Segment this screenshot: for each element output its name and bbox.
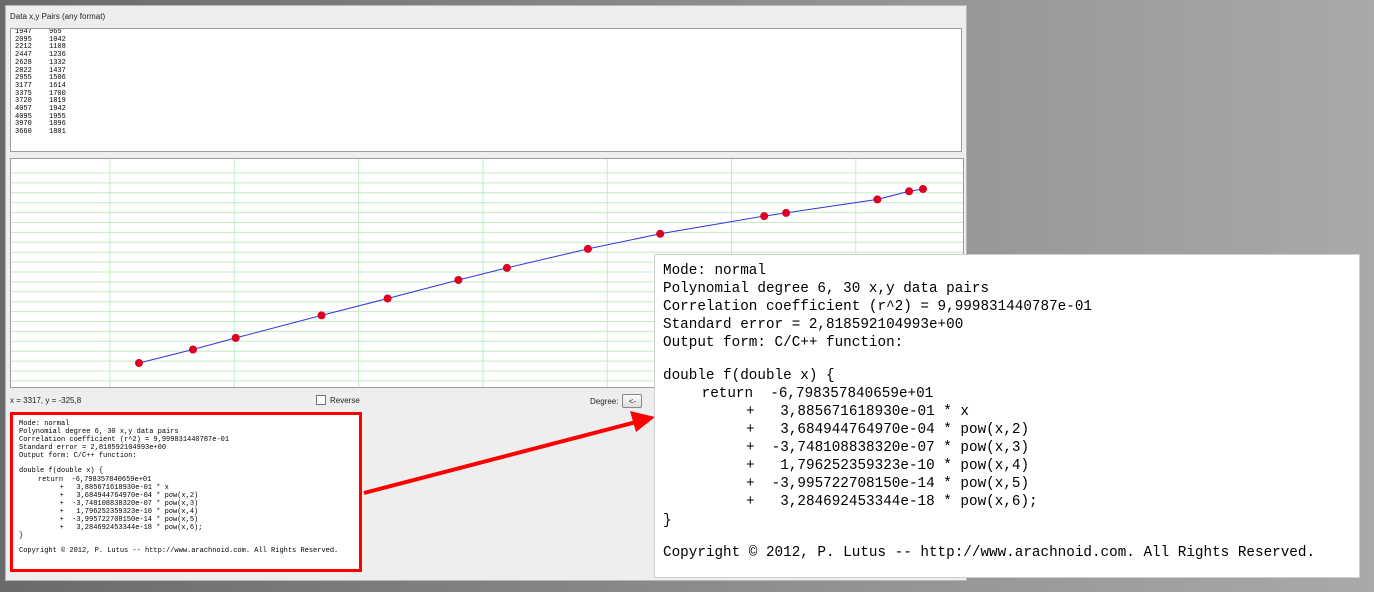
zoom-output-term-4: + 1,796252359323e-10 * pow(x,4): [745, 458, 1030, 475]
output-term-3: + -3,748108838320e-07 * pow(x,3): [59, 499, 199, 508]
data-point: [760, 212, 769, 221]
data-point: [782, 208, 791, 217]
output-term-5: + -3,995722708150e-14 * pow(x,5): [59, 516, 199, 525]
data-point: [317, 311, 326, 320]
zoom-output-term-5: + -3,995722708150e-14 * pow(x,5): [745, 476, 1030, 493]
data-point: [189, 345, 197, 354]
data-point: [383, 294, 392, 303]
zoom-output-term-2: + 3,684944764970e-04 * pow(x,2): [745, 422, 1030, 439]
output-term-1: + 3,885671618930e-01 * x: [59, 483, 169, 492]
data-pair-row: 2447 1236: [15, 51, 957, 60]
data-point: [135, 359, 143, 367]
data-pairs-label: Data x,y Pairs (any format): [10, 12, 106, 21]
zoom-output-std-error: Standard error = 2,818592104993e+00: [663, 317, 964, 334]
cursor-coordinates: x = 3317, y = -325,8: [10, 396, 82, 405]
data-point: [231, 333, 240, 342]
zoom-output-term-1: + 3,885671618930e-01 * x: [745, 403, 970, 420]
degree-label: Degree:: [590, 396, 619, 406]
data-pair-row: 2955 1506: [15, 75, 957, 83]
output-term-4: + 1,796252359323e-10 * pow(x,4): [59, 507, 199, 516]
output-return-line: return -6,798357840659e+01: [37, 475, 152, 484]
data-pair-row: 3660 1801: [15, 128, 957, 137]
zoom-output-blank1: [663, 352, 1351, 366]
output-mode: Mode: normal: [19, 420, 70, 428]
zoom-output-mode: Mode: normal: [663, 263, 766, 279]
data-point: [656, 229, 665, 238]
data-pair-row: 4057 1942: [15, 105, 957, 114]
data-pair-row: 2822 1437: [15, 67, 957, 76]
reverse-option[interactable]: Reverse: [316, 395, 360, 405]
zoom-output-form: Output form: C/C++ function:: [663, 335, 904, 352]
reverse-checkbox[interactable]: [316, 395, 326, 405]
output-blank1: [19, 460, 353, 467]
data-point: [454, 276, 463, 284]
output-form: Output form: C/C++ function:: [19, 452, 137, 461]
data-pair-y: 1801: [49, 128, 66, 137]
data-pair-row: 2628 1332: [15, 59, 957, 68]
zoom-output-func-signature: double f(double x) {: [663, 367, 835, 384]
data-pair-row: 3375 1700: [15, 90, 957, 99]
data-pair-row: 2095 1042: [15, 36, 957, 45]
zoom-output-correlation: Correlation coefficient (r^2) = 9,999831…: [663, 299, 1092, 316]
data-pair-x: 3660: [15, 128, 32, 137]
data-point: [905, 187, 914, 196]
zoom-output-term-6: + 3,284692453344e-18 * pow(x,6);: [745, 494, 1038, 511]
data-pair-row: 3970 1896: [15, 121, 957, 129]
zoom-output-blank2: [663, 530, 1351, 544]
results-output-panel[interactable]: Mode: normal Polynomial degree 6, 30 x,y …: [10, 412, 362, 572]
reverse-label: Reverse: [330, 395, 360, 405]
results-output-zoomed: Mode: normal Polynomial degree 6, 30 x,y …: [654, 254, 1360, 578]
output-copyright: Copyright © 2012, P. Lutus -- http://www…: [19, 547, 339, 556]
output-std-error: Standard error = 2,818592104993e+00: [19, 444, 167, 453]
degree-decrease-button[interactable]: <-: [622, 394, 643, 408]
data-point: [873, 195, 882, 204]
output-func-signature: double f(double x) {: [19, 467, 104, 476]
data-pair-row: 1947 965: [15, 29, 957, 37]
output-closing-brace: }: [19, 532, 24, 541]
output-term-2: + 3,684944764970e-04 * pow(x,2): [59, 491, 199, 500]
data-point: [502, 263, 511, 272]
zoom-output-degree: Polynomial degree 6, 30 x,y data pairs: [663, 281, 990, 298]
degree-control: Degree: <-: [590, 394, 643, 408]
data-pair-row: 3720 1819: [15, 98, 957, 106]
output-term-6: + 3,284692453344e-18 * pow(x,6);: [59, 524, 203, 533]
zoom-output-return-line: return -6,798357840659e+01: [701, 385, 934, 402]
data-pair-row: 2212 1108: [15, 44, 957, 52]
zoom-output-closing-brace: }: [663, 512, 672, 529]
data-point: [919, 185, 927, 193]
data-pair-row: 3177 1614: [15, 82, 957, 91]
data-pairs-textarea[interactable]: 1947 965 2095 1042 2212 1108 2447 1236 2628 1332 2…: [10, 28, 962, 152]
output-correlation: Correlation coefficient (r^2) = 9,999831…: [19, 436, 230, 445]
data-point: [583, 244, 592, 253]
data-pair-row: 4095 1955: [15, 113, 957, 122]
zoom-output-term-3: + -3,748108838320e-07 * pow(x,3): [745, 440, 1030, 457]
output-degree: Polynomial degree 6, 30 x,y data pairs: [19, 428, 179, 437]
zoom-output-copyright: Copyright © 2012, P. Lutus -- http://www…: [663, 544, 1316, 561]
